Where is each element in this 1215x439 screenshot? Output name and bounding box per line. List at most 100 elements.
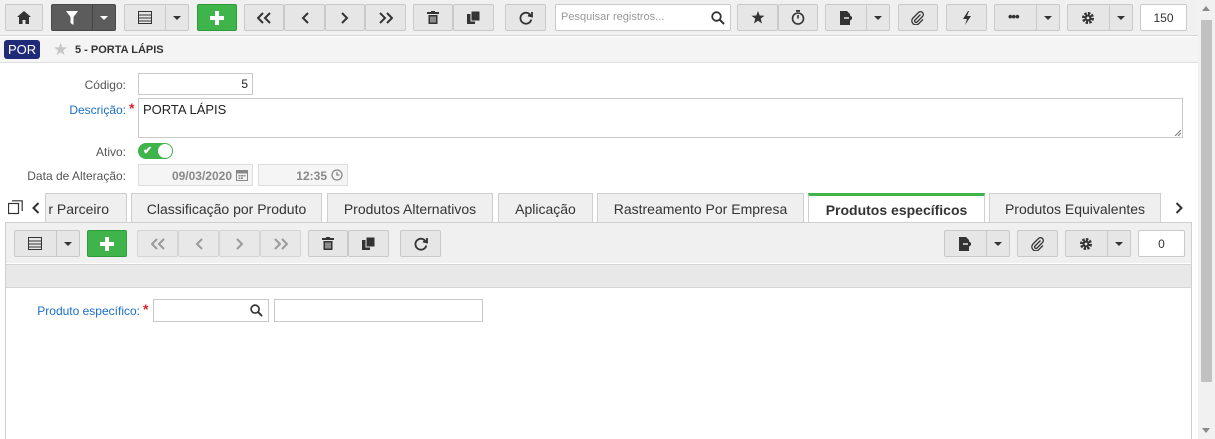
- tab-classificacao-produto[interactable]: Classificação por Produto: [131, 193, 322, 223]
- chevron-down-icon: [173, 16, 181, 20]
- export-file-icon: [959, 237, 971, 251]
- search-box: [555, 4, 731, 31]
- tab-produtos-especificos[interactable]: Produtos específicos: [808, 193, 985, 223]
- codigo-value: 5: [241, 77, 248, 91]
- star-icon: [751, 11, 764, 24]
- chevron-down-icon: [994, 242, 1002, 246]
- detail-duplicate-button[interactable]: [348, 230, 389, 257]
- first-record-button[interactable]: [244, 4, 284, 31]
- hora-alteracao-value: 12:35: [296, 169, 327, 183]
- gear-icon: [1080, 238, 1092, 250]
- search-input[interactable]: [561, 11, 706, 23]
- more-options-button[interactable]: •••: [994, 4, 1060, 31]
- attachment-button[interactable]: [898, 4, 938, 31]
- check-icon: ✔: [143, 145, 153, 157]
- tab-label: Produtos específicos: [825, 201, 968, 218]
- refresh-icon: [414, 237, 428, 251]
- data-alteracao-label: Data de Alteração:: [27, 169, 126, 183]
- detail-add-button[interactable]: [87, 230, 127, 257]
- descricao-field[interactable]: PORTA LÁPIS: [138, 98, 1183, 138]
- chevron-down-icon: [1117, 16, 1125, 20]
- tab-produtos-alternativos[interactable]: Produtos Alternativos: [327, 193, 493, 223]
- tab-label: Classificação por Produto: [146, 200, 307, 217]
- next-record-button[interactable]: [325, 4, 365, 31]
- detail-view-mode-button[interactable]: [14, 230, 80, 257]
- trash-icon: [427, 11, 439, 24]
- filter-button[interactable]: [51, 4, 116, 31]
- tab-scroll-left-icon[interactable]: [32, 202, 40, 214]
- tab-label: r Parceiro: [48, 200, 109, 217]
- scrollbar-thumb[interactable]: [1201, 20, 1212, 382]
- grid-view-icon: [28, 237, 42, 250]
- produto-especifico-desc-field[interactable]: [274, 299, 483, 322]
- detail-report-button[interactable]: [944, 230, 1010, 257]
- detail-next-button[interactable]: [219, 230, 260, 257]
- detail-record-count: 0: [1138, 230, 1185, 257]
- detail-attachment-button[interactable]: [1017, 230, 1058, 257]
- scroll-down-icon[interactable]: [1202, 428, 1210, 433]
- calendar-icon: [236, 170, 248, 181]
- favorite-star-icon[interactable]: ★: [53, 40, 68, 59]
- double-chevron-left-icon: [150, 237, 165, 250]
- detail-tabs: r Parceiro Classificação por Produto Pro…: [0, 193, 1198, 223]
- data-alteracao-field: 09/03/2020: [138, 164, 253, 186]
- produto-especifico-code-field[interactable]: [153, 299, 269, 322]
- report-button[interactable]: [825, 4, 890, 31]
- refresh-icon: [519, 11, 533, 25]
- windows-icon[interactable]: [8, 200, 23, 215]
- tab-label: Produtos Equivalentes: [1004, 200, 1146, 217]
- chevron-down-icon: [100, 16, 108, 20]
- ativo-toggle[interactable]: ✔: [138, 143, 173, 159]
- chevron-down-icon: [874, 16, 882, 20]
- detail-refresh-button[interactable]: [400, 230, 441, 257]
- detail-panel: 0 Produto específico: *: [5, 223, 1192, 439]
- duplicate-button[interactable]: [453, 4, 494, 31]
- tab-rastreamento-empresa[interactable]: Rastreamento Por Empresa: [597, 193, 804, 223]
- required-asterisk: *: [129, 100, 135, 116]
- data-alteracao-value: 09/03/2020: [171, 169, 232, 183]
- add-button[interactable]: [197, 4, 237, 31]
- descricao-value: PORTA LÁPIS: [143, 102, 227, 117]
- chevron-right-icon: [341, 11, 349, 24]
- detail-delete-button[interactable]: [308, 230, 348, 257]
- produto-especifico-label: Produto específico:: [37, 304, 140, 318]
- scroll-up-icon[interactable]: [1202, 6, 1210, 11]
- chevron-down-icon: [1115, 242, 1123, 246]
- tab-label: Produtos Alternativos: [343, 200, 477, 217]
- lightning-icon: [962, 10, 971, 25]
- detail-settings-button[interactable]: [1065, 230, 1131, 257]
- detail-last-button[interactable]: [260, 230, 301, 257]
- search-icon[interactable]: [711, 11, 725, 25]
- export-file-icon: [840, 11, 852, 25]
- last-record-button[interactable]: [365, 4, 406, 31]
- actions-button[interactable]: [946, 4, 987, 31]
- tab-parceiro[interactable]: r Parceiro: [45, 193, 127, 223]
- timer-button[interactable]: [778, 4, 818, 31]
- tab-scroll-right-icon[interactable]: [1175, 202, 1183, 214]
- record-header: POR ★ 5 - PORTA LÁPIS: [0, 37, 1198, 63]
- previous-record-button[interactable]: [284, 4, 325, 31]
- detail-previous-button[interactable]: [178, 230, 219, 257]
- detail-first-button[interactable]: [137, 230, 178, 257]
- delete-button[interactable]: [413, 4, 453, 31]
- ellipsis-icon: •••: [1008, 9, 1020, 24]
- trash-icon: [322, 237, 334, 250]
- refresh-button[interactable]: [505, 4, 546, 31]
- tab-produtos-equivalentes[interactable]: Produtos Equivalentes: [989, 193, 1161, 223]
- hora-alteracao-field: 12:35: [258, 164, 348, 186]
- chevron-down-icon: [1044, 16, 1052, 20]
- tab-aplicacao[interactable]: Aplicação: [498, 193, 593, 223]
- descricao-label: Descrição:: [69, 103, 126, 117]
- grid-view-icon: [138, 11, 152, 24]
- filter-icon: [66, 11, 78, 25]
- vertical-scrollbar[interactable]: [1198, 0, 1215, 439]
- resize-handle-icon[interactable]: [1174, 129, 1181, 136]
- view-mode-button[interactable]: [124, 4, 189, 31]
- search-icon[interactable]: [250, 304, 263, 317]
- toggle-knob: [158, 144, 172, 158]
- codigo-field[interactable]: 5: [138, 73, 253, 95]
- record-count: 150: [1140, 4, 1187, 31]
- home-button[interactable]: [5, 4, 43, 31]
- settings-button[interactable]: [1067, 4, 1133, 31]
- favorite-button[interactable]: [737, 4, 778, 31]
